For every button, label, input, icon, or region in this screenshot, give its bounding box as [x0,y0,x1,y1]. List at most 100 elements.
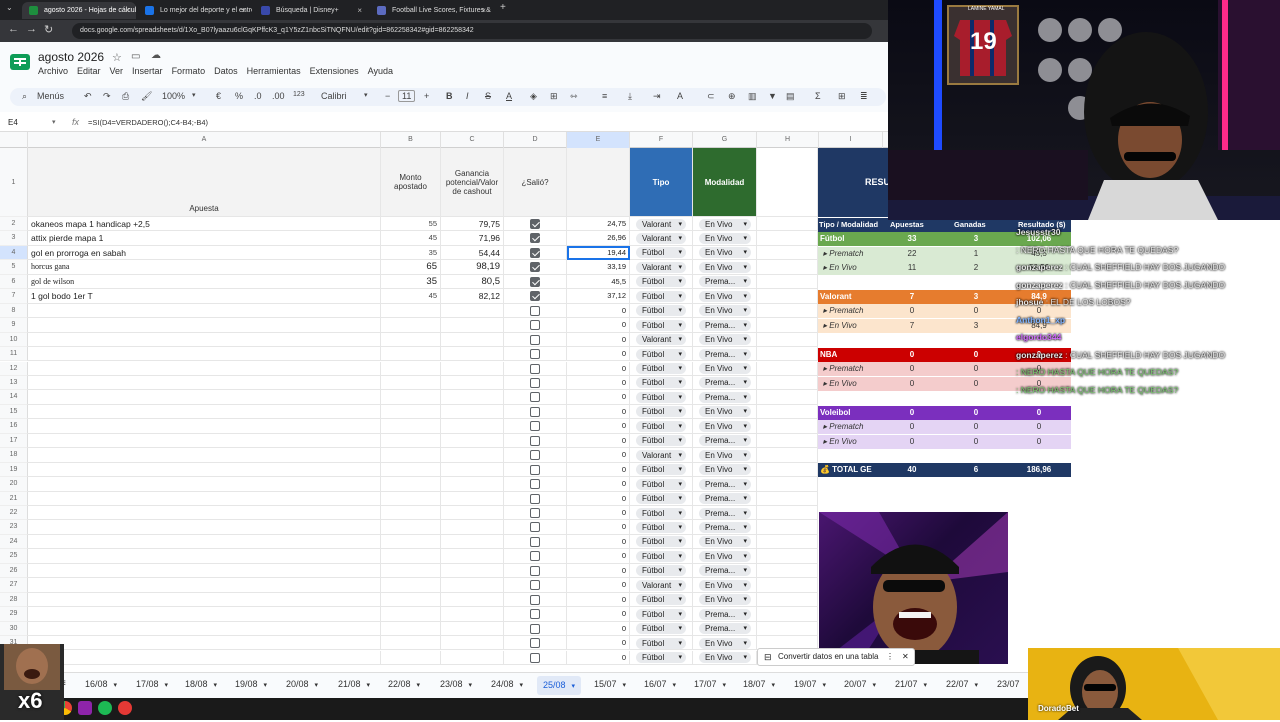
profit-cell[interactable]: 0 [567,621,630,637]
star-icon[interactable]: ☆ [112,51,122,64]
sheet-tab[interactable]: 22/07 ▾ [946,679,978,689]
amount-cell[interactable] [381,563,441,579]
potential-cell[interactable] [441,332,504,348]
type-dropdown[interactable]: Valorant [636,218,686,230]
mode-dropdown[interactable]: Prema... [699,493,751,505]
row-number[interactable]: 5 [0,260,28,275]
row-number[interactable]: 4 [0,245,28,261]
column-header[interactable]: B [381,132,441,148]
row-number[interactable]: 20 [0,477,28,492]
bet-description-cell[interactable] [28,534,381,550]
mode-dropdown[interactable]: En Vivo [699,218,751,230]
profit-cell[interactable]: 0 [567,433,630,449]
new-tab-icon[interactable]: + [500,2,506,13]
row-number[interactable]: 19 [0,462,28,478]
empty-cell[interactable] [757,361,818,376]
sheet-tab[interactable]: 21/07 ▾ [895,679,927,689]
checkbox[interactable] [530,450,540,461]
sheet-tab[interactable]: 23/07 [997,679,1020,689]
header-cell[interactable]: ¿Salió? [504,148,567,217]
empty-cell[interactable] [757,520,818,535]
mode-dropdown[interactable]: En Vivo [699,449,751,461]
amount-cell[interactable] [381,578,441,593]
type-dropdown[interactable]: Fútbol [636,363,686,374]
empty-cell[interactable] [757,404,818,420]
potential-cell[interactable] [441,636,504,651]
bet-description-cell[interactable] [28,650,381,665]
italic-icon[interactable]: I [466,91,469,101]
chevron-down-icon[interactable]: ▾ [823,682,827,689]
checkbox[interactable] [530,638,540,649]
decrease-decimal-button[interactable]: .0 [254,91,262,101]
bet-description-cell[interactable]: gol en prorroga en sabah [28,245,381,261]
header-cell-h[interactable] [757,148,818,217]
bet-description-cell[interactable] [28,448,381,463]
empty-cell[interactable] [757,578,818,593]
checkbox[interactable] [530,392,540,403]
profit-cell[interactable]: 0 [567,419,630,434]
profit-cell[interactable]: 0 [567,607,630,622]
checkbox[interactable] [530,536,540,547]
mode-dropdown[interactable]: Prema... [699,377,751,389]
chevron-down-icon[interactable]: ▾ [264,682,268,689]
chevron-down-icon[interactable]: ▾ [572,683,576,690]
type-dropdown[interactable]: Fútbol [636,377,686,389]
chevron-down-icon[interactable]: ▾ [367,682,371,689]
mode-dropdown[interactable]: En Vivo [699,363,751,374]
percent-button[interactable]: % [235,91,243,101]
sheet-tab[interactable]: 21/08 ▾ [338,679,370,689]
profit-cell[interactable]: 0 [567,477,630,492]
amount-cell[interactable] [381,621,441,637]
empty-cell[interactable] [757,549,818,564]
checkbox[interactable] [530,565,540,576]
mode-dropdown[interactable]: En Vivo [699,232,751,244]
potential-cell[interactable] [441,578,504,593]
bet-description-cell[interactable] [28,563,381,579]
paint-format-icon[interactable]: 🖌 [141,91,152,102]
empty-cell[interactable] [757,375,818,391]
tab-menu-icon[interactable]: ⌄ [6,3,13,12]
profit-cell[interactable]: 45,5 [567,274,630,290]
close-icon[interactable]: × [241,2,246,19]
formula-input[interactable]: =SI(D4=VERDADERO();C4-B4;-B4) [88,118,208,127]
empty-cell[interactable] [757,231,818,246]
potential-cell[interactable]: 79,75 [441,217,504,232]
row-number[interactable]: 9 [0,318,28,333]
amount-cell[interactable] [381,390,441,405]
convert-table-toast[interactable]: ⊟ Convertir datos en una tabla ⋮ ✕ [757,648,915,666]
amount-cell[interactable] [381,347,441,362]
potential-cell[interactable] [441,375,504,391]
chevron-down-icon[interactable]: ▾ [52,118,56,126]
checkbox[interactable] [530,233,540,244]
close-icon[interactable]: × [357,2,362,19]
type-dropdown[interactable]: Fútbol [636,652,686,663]
sheet-tab[interactable]: 19/08 ▾ [235,679,267,689]
reload-icon[interactable]: ↻ [44,23,53,36]
row-number[interactable]: 18 [0,448,28,463]
url-input[interactable]: docs.google.com/spreadsheets/d/1Xo_B07ly… [72,23,872,39]
empty-cell[interactable] [757,621,818,637]
amount-cell[interactable] [381,491,441,506]
checkbox[interactable] [530,522,540,533]
column-header[interactable]: D [504,132,567,148]
bet-description-cell[interactable] [28,332,381,348]
bet-description-cell[interactable]: 1 gol bodo 1er T [28,289,381,304]
format-button[interactable]: 123 [293,91,305,98]
close-icon[interactable]: × [125,2,130,19]
mode-dropdown[interactable]: Prema... [699,623,751,635]
type-dropdown[interactable]: Fútbol [636,391,686,403]
profit-cell[interactable]: 0 [567,636,630,651]
empty-cell[interactable] [757,303,818,319]
header-cell[interactable]: Apuesta [28,148,381,217]
empty-cell[interactable] [757,332,818,348]
mode-dropdown[interactable]: Prema... [699,565,751,577]
profit-cell[interactable]: 0 [567,361,630,376]
empty-cell[interactable] [757,491,818,506]
amount-cell[interactable] [381,448,441,463]
profit-cell[interactable]: 0 [567,390,630,405]
potential-cell[interactable] [441,520,504,535]
potential-cell[interactable] [441,433,504,449]
spotify-icon[interactable] [98,701,112,715]
empty-cell[interactable] [757,462,818,478]
type-dropdown[interactable]: Valorant [636,579,686,591]
